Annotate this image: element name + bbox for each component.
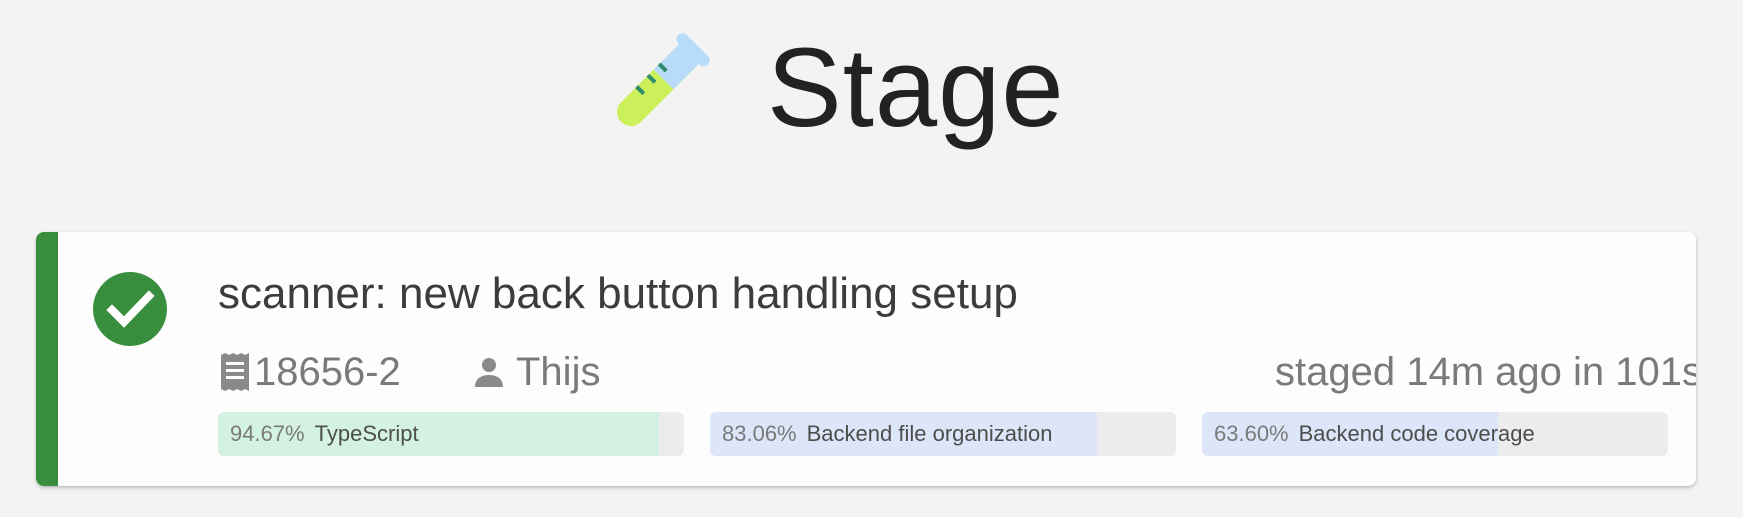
staged-time: staged 14m ago in 101s xyxy=(1275,350,1696,394)
metric-label: TypeScript xyxy=(314,421,419,446)
page-title: Stage xyxy=(767,25,1065,150)
metric-text: 63.60% Backend code coverage xyxy=(1214,412,1535,456)
metric-label: Backend file organization xyxy=(806,421,1053,446)
person-icon xyxy=(475,358,503,387)
build-id[interactable]: 18656-2 xyxy=(218,344,401,400)
meta-row: 18656-2 Thijs staged 14m ago in 101s xyxy=(218,344,1696,400)
header-inner: Stage xyxy=(595,28,1065,148)
metric-backend-file-organization[interactable]: 83.06% Backend file organization xyxy=(710,412,1176,456)
author[interactable]: Thijs xyxy=(474,344,600,400)
metric-percent: 83.06% xyxy=(722,421,797,446)
metric-typescript[interactable]: 94.67% TypeScript xyxy=(218,412,684,456)
check-circle-icon xyxy=(93,272,167,346)
metric-text: 83.06% Backend file organization xyxy=(722,412,1052,456)
stage-card[interactable]: scanner: new back button handling setup … xyxy=(36,232,1696,486)
page-header: Stage xyxy=(0,0,1743,200)
metric-backend-code-coverage[interactable]: 63.60% Backend code coverage xyxy=(1202,412,1668,456)
metric-label: Backend code coverage xyxy=(1298,421,1535,446)
metric-text: 94.67% TypeScript xyxy=(230,412,419,456)
build-id-text: 18656-2 xyxy=(254,350,401,394)
metrics-bars: 94.67% TypeScript 83.06% Backend file orga… xyxy=(218,412,1696,456)
receipt-icon xyxy=(221,353,249,391)
test-tube-icon xyxy=(616,33,710,127)
status-accent-bar xyxy=(36,232,58,486)
card-title[interactable]: scanner: new back button handling setup xyxy=(218,266,1018,322)
author-name: Thijs xyxy=(516,350,601,394)
metric-percent: 94.67% xyxy=(230,421,305,446)
metric-percent: 63.60% xyxy=(1214,421,1289,446)
